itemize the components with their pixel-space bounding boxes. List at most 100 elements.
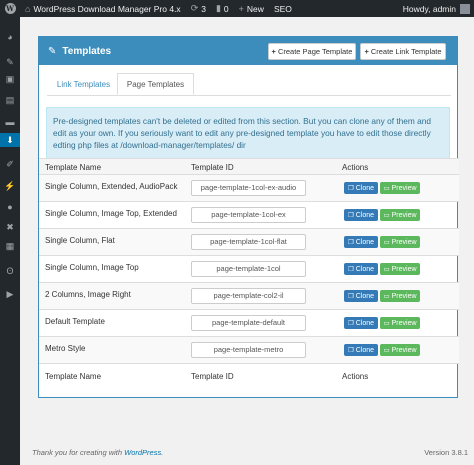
tab-page-templates[interactable]: Page Templates bbox=[117, 73, 194, 95]
header-template-name: Template Name bbox=[45, 163, 102, 172]
pin-icon[interactable]: ✎ bbox=[0, 55, 20, 69]
updates-count: 3 bbox=[201, 3, 206, 14]
plus-icon: + bbox=[364, 47, 369, 56]
preview-button[interactable]: ▭ Preview bbox=[380, 317, 420, 329]
seo-label: SEO bbox=[273, 3, 292, 14]
howdy-text: Howdy, admin bbox=[402, 3, 456, 14]
template-id-field[interactable]: page-template-metro bbox=[191, 342, 306, 358]
preview-label: Preview bbox=[391, 238, 417, 246]
site-name-link[interactable]: ⌂ WordPress Download Manager Pro 4.x bbox=[20, 0, 186, 17]
clone-label: Clone bbox=[355, 184, 375, 192]
clone-button[interactable]: ❐ Clone bbox=[344, 182, 378, 194]
wordpress-logo-icon: W bbox=[4, 3, 16, 14]
clone-button[interactable]: ❐ Clone bbox=[344, 290, 378, 302]
preview-button[interactable]: ▭ Preview bbox=[380, 263, 420, 275]
template-id-field[interactable]: page-template-1col bbox=[191, 261, 306, 277]
preview-label: Preview bbox=[391, 292, 417, 300]
tab-link-templates[interactable]: Link Templates bbox=[47, 73, 120, 95]
seo-icon[interactable]: ʘ bbox=[0, 264, 20, 278]
clone-button[interactable]: ❐ Clone bbox=[344, 344, 378, 356]
site-title: WordPress Download Manager Pro 4.x bbox=[33, 3, 181, 14]
footer-template-id: Template ID bbox=[191, 372, 234, 381]
dashboard-icon[interactable]: ◕ bbox=[0, 30, 20, 44]
clone-button[interactable]: ❐ Clone bbox=[344, 236, 378, 248]
clone-label: Clone bbox=[355, 292, 375, 300]
template-id-field[interactable]: page-template-1col-ex bbox=[191, 207, 306, 223]
collapse-icon[interactable]: ▶ bbox=[0, 287, 20, 301]
clone-button[interactable]: ❐ Clone bbox=[344, 317, 378, 329]
wordpress-logo-menu[interactable]: W bbox=[0, 0, 20, 17]
desktop-icon: ▭ bbox=[383, 320, 390, 327]
panel-header: ✎ Templates + Create Page Template + Cre… bbox=[39, 37, 457, 65]
template-name: Default Template bbox=[45, 317, 105, 326]
preview-button[interactable]: ▭ Preview bbox=[380, 236, 420, 248]
template-tabs: Link Templates Page Templates bbox=[39, 65, 459, 100]
template-id-field[interactable]: page-template-col2-il bbox=[191, 288, 306, 304]
template-id-field[interactable]: page-template-1col-ex-audio bbox=[191, 180, 306, 196]
template-name: Metro Style bbox=[45, 344, 86, 353]
preview-button[interactable]: ▭ Preview bbox=[380, 344, 420, 356]
tools-icon[interactable]: ✖ bbox=[0, 220, 20, 234]
tabs-divider bbox=[47, 95, 451, 96]
settings-icon[interactable]: ▦ bbox=[0, 239, 20, 253]
seo-menu[interactable]: SEO bbox=[269, 0, 297, 17]
template-id-field[interactable]: page-template-1col-flat bbox=[191, 234, 306, 250]
table-body: Single Column, Extended, AudioPack page-t… bbox=[39, 175, 459, 364]
media-icon[interactable]: ▣ bbox=[0, 72, 20, 86]
account-menu[interactable]: Howdy, admin bbox=[398, 0, 474, 17]
plugins-icon[interactable]: ⚡ bbox=[0, 179, 20, 193]
footer-template-name: Template Name bbox=[45, 372, 102, 381]
desktop-icon: ▭ bbox=[383, 185, 390, 192]
table-row: Single Column, Image Top, Extended page-t… bbox=[39, 202, 459, 229]
template-name: Single Column, Extended, AudioPack bbox=[45, 182, 178, 191]
copy-icon: ❐ bbox=[347, 239, 354, 246]
pages-icon[interactable]: ▤ bbox=[0, 93, 20, 107]
download-manager-icon[interactable]: ⬇ bbox=[0, 133, 20, 147]
new-content-link[interactable]: + New bbox=[234, 0, 269, 17]
plus-icon: + bbox=[271, 47, 276, 56]
template-name: Single Column, Image Top bbox=[45, 263, 139, 272]
appearance-icon[interactable]: ✐ bbox=[0, 157, 20, 171]
table-footer: Template Name Template ID Actions bbox=[39, 364, 459, 390]
clone-label: Clone bbox=[355, 211, 375, 219]
updates-link[interactable]: ⟳ 3 bbox=[186, 0, 211, 17]
preview-button[interactable]: ▭ Preview bbox=[380, 182, 420, 194]
copy-icon: ❐ bbox=[347, 320, 354, 327]
desktop-icon: ▭ bbox=[383, 266, 390, 273]
preview-label: Preview bbox=[391, 211, 417, 219]
create-page-template-button[interactable]: + Create Page Template bbox=[268, 43, 356, 60]
preview-button[interactable]: ▭ Preview bbox=[380, 209, 420, 221]
preview-button[interactable]: ▭ Preview bbox=[380, 290, 420, 302]
table-row: Single Column, Extended, AudioPack page-t… bbox=[39, 175, 459, 202]
header-template-id: Template ID bbox=[191, 163, 234, 172]
admin-bar: W ⌂ WordPress Download Manager Pro 4.x ⟳… bbox=[0, 0, 474, 17]
wordpress-link[interactable]: WordPress bbox=[124, 448, 161, 457]
header-actions: Actions bbox=[342, 163, 369, 172]
template-name: 2 Columns, Image Right bbox=[45, 290, 131, 299]
comments-icon[interactable]: ▬ bbox=[0, 115, 20, 129]
create-link-template-label: Create Link Template bbox=[370, 47, 442, 56]
template-id-field[interactable]: page-template-default bbox=[191, 315, 306, 331]
comment-bubble-icon: ▮ bbox=[215, 3, 221, 13]
footer-version: Version 3.8.1 bbox=[424, 448, 468, 457]
clone-button[interactable]: ❐ Clone bbox=[344, 209, 378, 221]
users-icon[interactable]: ● bbox=[0, 200, 20, 214]
preview-label: Preview bbox=[391, 265, 417, 273]
footer-thanks-suffix: . bbox=[161, 448, 164, 457]
clone-button[interactable]: ❐ Clone bbox=[344, 263, 378, 275]
panel-title: Templates bbox=[62, 45, 112, 57]
copy-icon: ❐ bbox=[347, 212, 354, 219]
desktop-icon: ▭ bbox=[383, 212, 390, 219]
preview-label: Preview bbox=[391, 346, 417, 354]
comments-link[interactable]: ▮ 0 bbox=[211, 0, 234, 17]
table-row: Single Column, Image Top page-template-1c… bbox=[39, 256, 459, 283]
copy-icon: ❐ bbox=[347, 347, 354, 354]
plus-icon: + bbox=[238, 3, 244, 14]
admin-side-menu: ◕ ✎ ▣ ▤ ▬ ⬇ ✐ ⚡ ● ✖ ▦ ʘ ▶ bbox=[0, 17, 20, 465]
comments-count: 0 bbox=[223, 3, 229, 14]
home-icon: ⌂ bbox=[25, 3, 31, 14]
clone-label: Clone bbox=[355, 238, 375, 246]
footer-thanks-prefix: Thank you for creating with bbox=[32, 448, 125, 457]
create-link-template-button[interactable]: + Create Link Template bbox=[360, 43, 446, 60]
desktop-icon: ▭ bbox=[383, 347, 390, 354]
